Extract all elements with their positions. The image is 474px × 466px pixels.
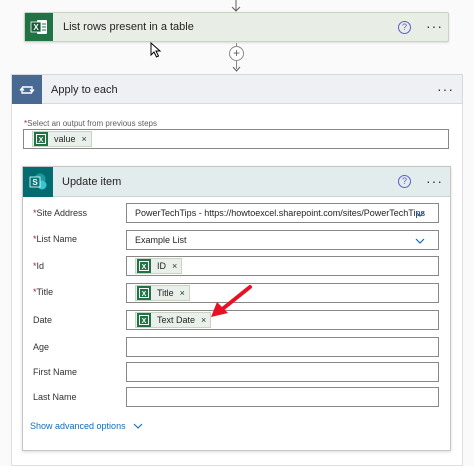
- site-address-value: PowerTechTips - https://howtoexcel.share…: [135, 208, 425, 218]
- annotation-arrow-icon: [211, 285, 252, 317]
- site-address-dropdown[interactable]: PowerTechTips - https://howtoexcel.share…: [126, 203, 439, 223]
- select-output-field[interactable]: X value ×: [23, 129, 449, 149]
- loop-icon: [12, 75, 42, 104]
- list-name-dropdown[interactable]: Example List: [126, 230, 439, 250]
- id-label: *Id: [33, 261, 45, 271]
- first-name-field[interactable]: [126, 362, 439, 382]
- token-label: Text Date: [157, 315, 196, 325]
- plus-icon[interactable]: +: [229, 46, 244, 61]
- token-label: ID: [157, 261, 166, 271]
- chevron-down-icon[interactable]: [415, 237, 425, 245]
- age-field[interactable]: [126, 337, 439, 357]
- select-output-label: *Select an output from previous steps: [24, 119, 157, 128]
- dynamic-content-token[interactable]: X value ×: [32, 131, 92, 147]
- list-name-value: Example List: [135, 235, 187, 245]
- excel-icon: X: [34, 132, 48, 146]
- excel-icon: X: [25, 13, 53, 41]
- help-icon[interactable]: ?: [398, 175, 411, 188]
- cursor-icon: [150, 42, 162, 58]
- dynamic-content-token[interactable]: X Text Date ×: [135, 312, 212, 328]
- date-label: Date: [33, 315, 53, 325]
- more-options-icon[interactable]: ···: [426, 19, 443, 33]
- dynamic-content-token[interactable]: X ID ×: [135, 258, 183, 274]
- excel-icon: X: [137, 313, 151, 327]
- close-icon[interactable]: ×: [172, 261, 177, 271]
- excel-icon: X: [137, 286, 151, 300]
- last-name-label: Last Name: [33, 392, 77, 402]
- list-rows-title: List rows present in a table: [63, 21, 194, 33]
- id-field[interactable]: X ID ×: [126, 256, 439, 276]
- svg-text:X: X: [142, 291, 147, 298]
- token-label: Title: [157, 288, 174, 298]
- apply-to-each-title: Apply to each: [51, 84, 118, 96]
- svg-text:X: X: [142, 318, 147, 325]
- first-name-label: First Name: [33, 367, 78, 377]
- sharepoint-icon: S: [23, 167, 53, 197]
- close-icon[interactable]: ×: [82, 134, 87, 144]
- dynamic-content-token[interactable]: X Title ×: [135, 285, 190, 301]
- show-advanced-options-link[interactable]: Show advanced options: [30, 421, 143, 431]
- date-field[interactable]: X Text Date ×: [126, 310, 439, 330]
- apply-to-each-header[interactable]: Apply to each ···: [11, 74, 463, 104]
- chevron-down-icon[interactable]: [415, 210, 425, 218]
- help-icon[interactable]: ?: [398, 21, 411, 34]
- more-options-icon[interactable]: ···: [437, 82, 454, 96]
- svg-text:S: S: [32, 178, 38, 187]
- close-icon[interactable]: ×: [201, 315, 206, 325]
- site-address-label: *Site Address: [33, 208, 88, 218]
- chevron-down-icon: [133, 423, 142, 429]
- update-item-header[interactable]: S Update item ? ···: [23, 167, 450, 197]
- more-options-icon[interactable]: ···: [426, 174, 443, 188]
- last-name-field[interactable]: [126, 387, 439, 407]
- age-label: Age: [33, 342, 50, 352]
- svg-text:X: X: [33, 23, 39, 32]
- token-label: value: [54, 134, 76, 144]
- update-item-title: Update item: [62, 176, 122, 188]
- list-rows-card[interactable]: X List rows present in a table ? ···: [24, 12, 449, 42]
- svg-text:X: X: [39, 137, 44, 144]
- title-field[interactable]: X Title ×: [126, 283, 439, 303]
- svg-text:X: X: [142, 264, 147, 271]
- close-icon[interactable]: ×: [180, 288, 185, 298]
- excel-icon: X: [137, 259, 151, 273]
- title-label: *Title: [33, 287, 54, 297]
- arrow-down-icon: [232, 66, 241, 72]
- list-name-label: *List Name: [33, 234, 78, 244]
